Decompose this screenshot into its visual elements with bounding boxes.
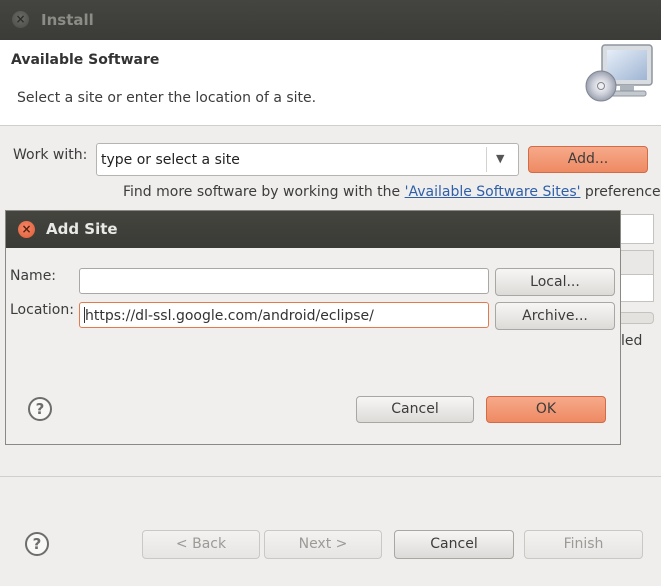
local-button[interactable]: Local... (495, 268, 615, 296)
available-software-sites-link[interactable]: 'Available Software Sites' (405, 184, 581, 200)
page-title: Available Software (11, 52, 160, 68)
back-button[interactable]: < Back (142, 530, 260, 559)
name-field[interactable] (79, 268, 489, 294)
page-description: Select a site or enter the location of a… (17, 90, 317, 106)
add-button[interactable]: Add... (528, 146, 648, 173)
work-with-label: Work with: (13, 147, 88, 163)
next-button[interactable]: Next > (264, 530, 382, 559)
name-label: Name: (10, 268, 57, 284)
computer-icon (585, 44, 653, 102)
help-icon[interactable]: ? (25, 532, 49, 556)
dialog-title: Add Site (46, 220, 118, 238)
location-value: https://dl-ssl.google.com/android/eclips… (85, 308, 374, 324)
find-more-suffix: preferences. (584, 184, 661, 200)
work-with-value: type or select a site (101, 152, 240, 168)
help-icon[interactable]: ? (28, 397, 52, 421)
partial-label: led (621, 333, 643, 349)
find-more-prefix: Find more software by working with the (123, 184, 405, 200)
finish-button[interactable]: Finish (524, 530, 643, 559)
ok-button[interactable]: OK (486, 396, 606, 423)
close-icon[interactable]: × (18, 221, 35, 238)
dialog-cancel-button[interactable]: Cancel (356, 396, 474, 423)
cancel-button[interactable]: Cancel (394, 530, 514, 559)
dialog-titlebar: × Add Site (6, 211, 620, 248)
location-label: Location: (10, 302, 74, 318)
combo-divider (486, 147, 487, 172)
add-site-dialog: × Add Site Name: Local... Location: http… (5, 210, 621, 445)
close-icon[interactable]: × (12, 11, 29, 28)
install-titlebar: × Install (0, 0, 661, 41)
find-more-text: Find more software by working with the '… (123, 184, 661, 200)
work-with-combo[interactable]: type or select a site ▼ (96, 143, 519, 176)
separator (0, 476, 661, 477)
chevron-down-icon[interactable]: ▼ (496, 152, 504, 165)
location-field[interactable]: https://dl-ssl.google.com/android/eclips… (79, 302, 489, 328)
window-title: Install (41, 11, 94, 29)
archive-button[interactable]: Archive... (495, 302, 615, 330)
